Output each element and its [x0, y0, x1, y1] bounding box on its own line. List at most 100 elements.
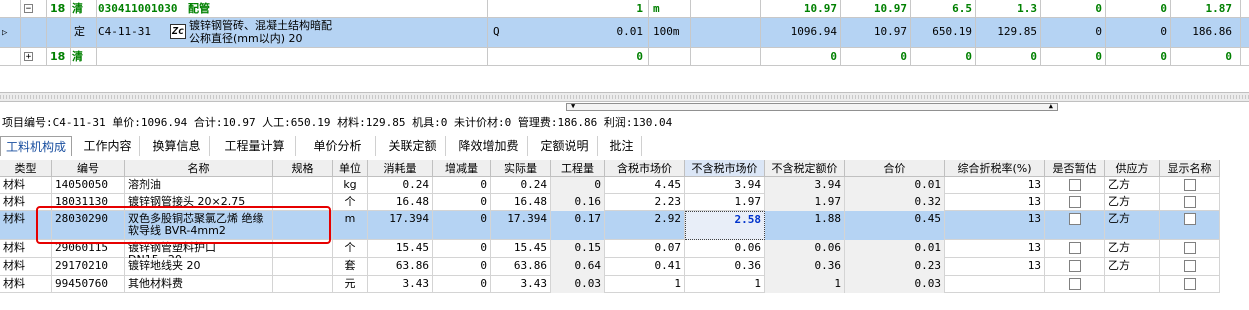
col-header-notax-market-price[interactable]: 不含税市场价 — [685, 160, 765, 177]
cell-notax-market-price[interactable]: 0.06 — [685, 240, 765, 258]
cell-unit[interactable]: 元 — [333, 276, 368, 293]
cell-total[interactable]: 0.45 — [845, 211, 945, 240]
cell-supplier[interactable] — [1105, 276, 1160, 293]
cell-tax-market-price[interactable]: 2.92 — [605, 211, 685, 240]
col-header-code[interactable]: 编号 — [52, 160, 125, 177]
cell-notax-market-price[interactable]: 0.36 — [685, 258, 765, 276]
cell-tax-market-price[interactable]: 0.41 — [605, 258, 685, 276]
cell-actual[interactable]: 3.43 — [491, 276, 551, 293]
cell-provisional[interactable] — [1045, 194, 1105, 211]
cell-quantity[interactable]: 0.16 — [551, 194, 605, 211]
cell-code[interactable]: 99450760 — [52, 276, 125, 293]
cell-notax-quota-price[interactable]: 0.06 — [765, 240, 845, 258]
table-row[interactable]: 材料 99450760 其他材料费元 3.43 0 3.43 0.03 1 1 1 0.03 — [0, 276, 1220, 293]
col-header-tax-rate[interactable]: 综合折税率(%) — [945, 160, 1045, 177]
tab-annotations[interactable]: 批注 — [602, 136, 642, 156]
display-name-checkbox[interactable] — [1184, 278, 1196, 290]
cell-notax-quota-price[interactable]: 1 — [765, 276, 845, 293]
cell-actual[interactable]: 16.48 — [491, 194, 551, 211]
cell-display-name[interactable] — [1160, 211, 1220, 240]
provisional-checkbox[interactable] — [1069, 179, 1081, 191]
cell-adjustment[interactable]: 0 — [433, 258, 491, 276]
cell-notax-quota-price[interactable]: 1.88 — [765, 211, 845, 240]
cell-provisional[interactable] — [1045, 276, 1105, 293]
cell-type[interactable]: 材料 — [0, 258, 52, 276]
splitter-handle[interactable]: ▼ ▲ — [566, 102, 1058, 111]
cell-supplier[interactable]: 乙方 — [1105, 258, 1160, 276]
cell-code[interactable]: 29170210 — [52, 258, 125, 276]
table-row[interactable]: − 18 清 030411001030 配管 1 m 10.97 10.97 6… — [0, 0, 1249, 18]
cell-total[interactable]: 0.01 — [845, 177, 945, 194]
cell-tax-market-price[interactable]: 2.23 — [605, 194, 685, 211]
expand-icon[interactable]: + — [24, 52, 33, 62]
cell-provisional[interactable] — [1045, 240, 1105, 258]
cell-quantity[interactable]: 0.03 — [551, 276, 605, 293]
cell-adjustment[interactable]: 0 — [433, 177, 491, 194]
cell-display-name[interactable] — [1160, 258, 1220, 276]
panel-splitter[interactable] — [0, 92, 1249, 102]
cell-supplier[interactable]: 乙方 — [1105, 177, 1160, 194]
provisional-checkbox[interactable] — [1069, 278, 1081, 290]
display-name-checkbox[interactable] — [1184, 196, 1196, 208]
tab-quota-notes[interactable]: 定额说明 — [532, 136, 598, 156]
cell-display-name[interactable] — [1160, 276, 1220, 293]
cell-total[interactable]: 0.03 — [845, 276, 945, 293]
cell-unit[interactable]: kg — [333, 177, 368, 194]
cell-name[interactable]: 其他材料费 — [125, 276, 273, 293]
cell-name[interactable]: 镀锌地线夹 20 — [125, 258, 273, 276]
col-header-unit[interactable]: 单位 — [333, 160, 368, 177]
cell-display-name[interactable] — [1160, 177, 1220, 194]
tab-conversion-info[interactable]: 换算信息 — [144, 136, 210, 156]
cell-tax-rate[interactable]: 13 — [945, 258, 1045, 276]
cell-code[interactable]: 14050050 — [52, 177, 125, 194]
cell-actual[interactable]: 15.45 — [491, 240, 551, 258]
cell-adjustment[interactable]: 0 — [433, 211, 491, 240]
cell-consumption[interactable]: 3.43 — [368, 276, 433, 293]
cell-consumption[interactable]: 63.86 — [368, 258, 433, 276]
cell-notax-market-price[interactable]: 1 — [685, 276, 765, 293]
cell-tax-market-price[interactable]: 1 — [605, 276, 685, 293]
cell-supplier[interactable]: 乙方 — [1105, 211, 1160, 240]
cell-quantity[interactable]: 0.15 — [551, 240, 605, 258]
provisional-checkbox[interactable] — [1069, 260, 1081, 272]
tab-labor-material-machine[interactable]: 工料机构成 — [0, 136, 72, 156]
cell-supplier[interactable]: 乙方 — [1105, 240, 1160, 258]
cell-notax-market-price[interactable]: 1.97 — [685, 194, 765, 211]
display-name-checkbox[interactable] — [1184, 213, 1196, 225]
col-header-notax-quota-price[interactable]: 不含税定额价 — [765, 160, 845, 177]
cell-tax-rate[interactable]: 13 — [945, 211, 1045, 240]
col-header-display-name[interactable]: 显示名称 — [1160, 160, 1220, 177]
cell-spec[interactable] — [273, 258, 333, 276]
cell-tax-rate[interactable]: 13 — [945, 177, 1045, 194]
cell-notax-quota-price[interactable]: 0.36 — [765, 258, 845, 276]
cell-unit[interactable]: 个 — [333, 194, 368, 211]
cell-spec[interactable] — [273, 276, 333, 293]
col-header-actual[interactable]: 实际量 — [491, 160, 551, 177]
cell-type[interactable]: 材料 — [0, 276, 52, 293]
tab-unit-price-analysis[interactable]: 单价分析 — [300, 136, 376, 156]
cell-actual[interactable]: 0.24 — [491, 177, 551, 194]
tab-work-content[interactable]: 工作内容 — [76, 136, 140, 156]
col-header-tax-market-price[interactable]: 含税市场价 — [605, 160, 685, 177]
table-row-selected[interactable]: ▷ 定 C4-11-31 Zc 镀锌钢管砖、混凝土结构暗配 公称直径(mm以内)… — [0, 18, 1249, 48]
cell-tax-rate[interactable] — [945, 276, 1045, 293]
cell-display-name[interactable] — [1160, 240, 1220, 258]
cell-quantity[interactable]: 0.64 — [551, 258, 605, 276]
cell-actual[interactable]: 63.86 — [491, 258, 551, 276]
table-row[interactable]: + 18 清 0 0 0 0 0 0 0 0 — [0, 48, 1249, 66]
provisional-checkbox[interactable] — [1069, 242, 1081, 254]
cell-notax-market-price-editing[interactable]: 2.58 — [685, 211, 765, 240]
cell-total[interactable]: 0.23 — [845, 258, 945, 276]
cell-quantity[interactable]: 0.17 — [551, 211, 605, 240]
cell-adjustment[interactable]: 0 — [433, 194, 491, 211]
arrow-up-icon[interactable]: ▲ — [1049, 102, 1053, 110]
col-header-adjustment[interactable]: 增减量 — [433, 160, 491, 177]
cell-notax-quota-price[interactable]: 3.94 — [765, 177, 845, 194]
col-header-name[interactable]: 名称 — [125, 160, 273, 177]
cell-tax-rate[interactable]: 13 — [945, 240, 1045, 258]
collapse-icon[interactable]: − — [24, 4, 33, 14]
cell-tax-market-price[interactable]: 0.07 — [605, 240, 685, 258]
col-header-spec[interactable]: 规格 — [273, 160, 333, 177]
col-header-type[interactable]: 类型 — [0, 160, 52, 177]
cell-tax-market-price[interactable]: 4.45 — [605, 177, 685, 194]
